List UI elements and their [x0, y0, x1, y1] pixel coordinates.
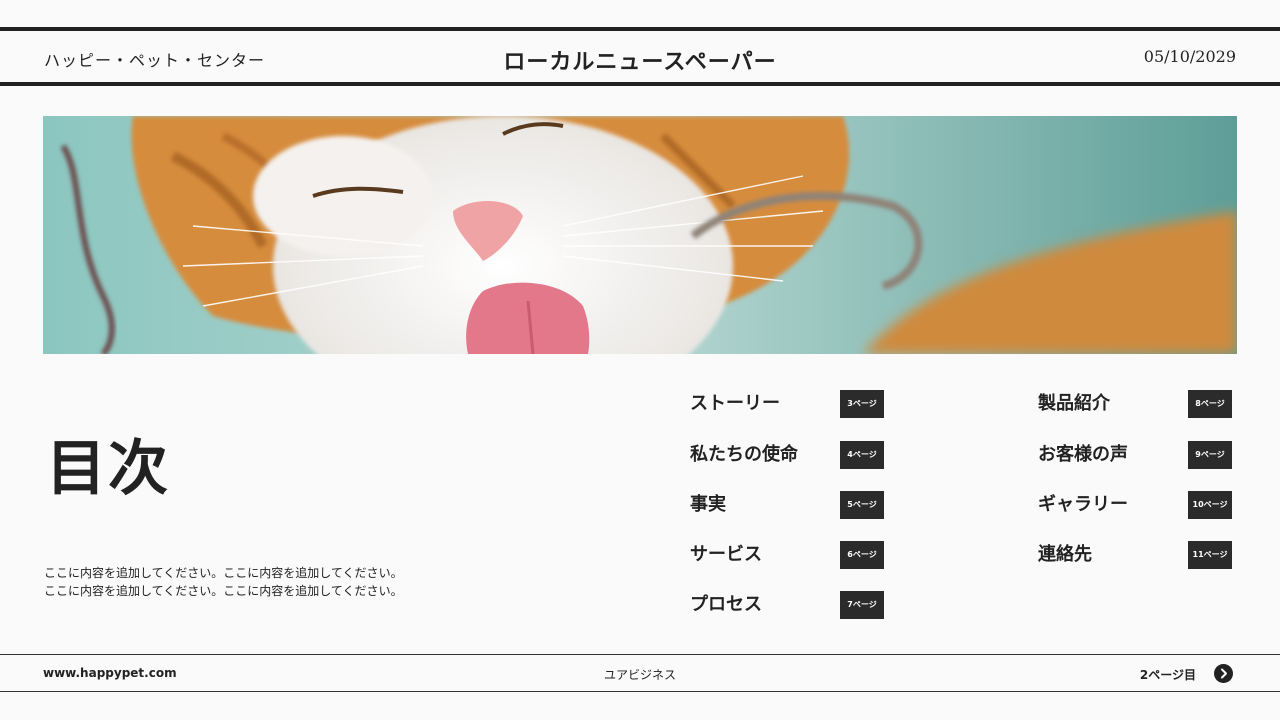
page-badge: 7ページ	[840, 591, 884, 619]
toc-entry-label: お客様の声	[1038, 444, 1128, 465]
toc-entry-facts[interactable]: 事実 5ページ	[690, 491, 890, 519]
toc-entry-testimonials[interactable]: お客様の声 9ページ	[1038, 441, 1238, 469]
company-name: ユアビジネス	[603, 668, 676, 682]
page-badge: 9ページ	[1188, 441, 1232, 469]
toc-entry-products[interactable]: 製品紹介 8ページ	[1038, 390, 1238, 418]
toc-entry-mission[interactable]: 私たちの使命 4ページ	[690, 441, 890, 469]
toc-description-line: ここに内容を追加してください。ここに内容を追加してください。	[44, 566, 403, 580]
toc-entry-label: ギャラリー	[1038, 494, 1128, 515]
page-badge: 5ページ	[840, 491, 884, 519]
toc-entry-label: 連絡先	[1038, 544, 1092, 565]
toc-heading: 目次	[46, 434, 170, 504]
page-badge: 6ページ	[840, 541, 884, 569]
footer-rule-top	[0, 654, 1280, 655]
toc-entry-label: サービス	[690, 544, 762, 565]
toc-entry-contact[interactable]: 連絡先 11ページ	[1038, 541, 1238, 569]
toc-entry-label: 事実	[690, 494, 726, 515]
toc-entry-process[interactable]: プロセス 7ページ	[690, 591, 890, 619]
toc-entry-label: ストーリー	[690, 393, 780, 414]
page-title: ローカルニュースペーパー	[503, 49, 777, 75]
issue-date: 05/10/2029	[1143, 47, 1236, 66]
toc-description-line: ここに内容を追加してください。ここに内容を追加してください。	[44, 584, 403, 598]
page-badge: 4ページ	[840, 441, 884, 469]
page-badge: 3ページ	[840, 390, 884, 418]
toc-entry-story[interactable]: ストーリー 3ページ	[690, 390, 890, 418]
page-badge: 8ページ	[1188, 390, 1232, 418]
chevron-right-icon[interactable]	[1214, 664, 1233, 683]
header-rule-top	[0, 27, 1280, 31]
page-badge: 10ページ	[1188, 491, 1232, 519]
toc-entry-label: プロセス	[690, 594, 762, 615]
footer-rule-bottom	[0, 691, 1280, 692]
cat-illustration	[43, 116, 1237, 354]
toc-description: ここに内容を追加してください。ここに内容を追加してください。 ここに内容を追加し…	[44, 564, 464, 600]
toc-entry-gallery[interactable]: ギャラリー 10ページ	[1038, 491, 1238, 519]
toc-entry-services[interactable]: サービス 6ページ	[690, 541, 890, 569]
hero-cat-image	[43, 116, 1237, 354]
toc-entry-label: 私たちの使命	[690, 444, 798, 465]
page-number: 2ページ目	[1139, 668, 1196, 682]
header-rule-bottom	[0, 82, 1280, 86]
toc-entry-label: 製品紹介	[1038, 393, 1110, 414]
page-badge: 11ページ	[1188, 541, 1232, 569]
